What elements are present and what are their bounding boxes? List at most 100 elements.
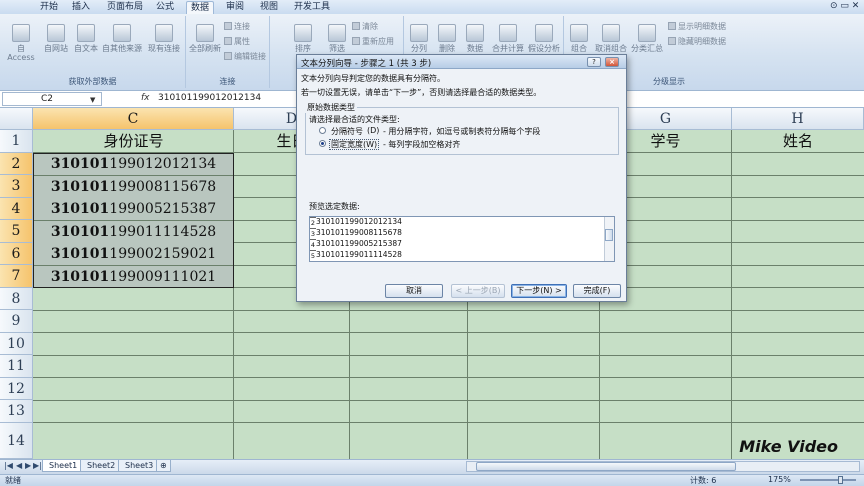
horizontal-scroll-thumb[interactable] [476,462,736,471]
reapply-button[interactable]: 重新应用 [352,36,394,47]
zoom-slider[interactable] [800,479,856,481]
row-header[interactable]: 14 [0,423,33,459]
fixed-width-description: - 每列字段加空格对齐 [383,140,461,149]
properties-label: 属性 [234,37,250,46]
from-other-sources-button[interactable]: 自其他来源 [102,24,142,53]
data-validation-button[interactable]: 数据 [462,24,488,53]
row-header[interactable]: 9 [0,310,33,333]
sheet-tab-3[interactable]: Sheet3 [118,460,161,472]
formula-input[interactable]: 310101199012012134 [158,93,261,103]
next-button[interactable]: 下一步(N) > [511,284,567,298]
tab-insert[interactable]: 插入 [68,1,94,14]
row-header[interactable]: 12 [0,378,33,400]
fixed-width-label-focus[interactable]: 固定宽度(W) [329,139,380,150]
clear-icon [352,22,360,30]
consolidate-button[interactable]: 合并计算 [490,24,526,53]
fixed-width-radio[interactable] [319,140,326,147]
gridline [33,332,864,333]
last-sheet-icon[interactable]: ▶| [33,461,42,470]
select-all-corner[interactable] [0,108,33,130]
hide-detail-button[interactable]: 隐藏明细数据 [668,36,726,47]
tab-data[interactable]: 数据 [186,1,215,14]
tab-formulas[interactable]: 公式 [152,1,178,14]
sheet-tab-2[interactable]: Sheet2 [80,460,123,472]
clear-label: 清除 [362,22,378,31]
ungroup-button[interactable]: 取消组合 [594,24,628,53]
first-sheet-icon[interactable]: |◀ [4,461,13,470]
consolidate-label: 合并计算 [492,44,524,53]
existing-connections-button[interactable]: 现有连接 [146,24,182,53]
insert-function-icon[interactable]: fx [141,93,150,103]
subtotal-button[interactable]: 分类汇总 [630,24,664,53]
row-header[interactable]: 1 [0,130,33,153]
connections-button[interactable]: 连接 [224,21,250,32]
zoom-slider-handle[interactable] [838,476,843,484]
gridline [33,400,864,401]
cell-c1[interactable]: 身份证号 [34,130,233,152]
row-header[interactable]: 13 [0,400,33,423]
row-header[interactable]: 7 [0,265,33,288]
sheet-tab-1[interactable]: Sheet1 [42,460,85,472]
fixed-width-label: 固定宽度 [331,140,363,149]
show-detail-button[interactable]: 显示明细数据 [668,21,726,32]
back-button[interactable]: < 上一步(B) [451,284,505,298]
insert-sheet-icon[interactable]: ⊕ [156,460,171,472]
preview-scroll-thumb[interactable] [605,229,613,241]
refresh-all-button[interactable]: 全部刷新 [188,24,222,53]
cancel-button[interactable]: 取消 [385,284,443,298]
zoom-level[interactable]: 175% [768,475,791,484]
tab-view[interactable]: 视图 [256,1,282,14]
subtotal-label: 分类汇总 [631,44,663,53]
next-sheet-icon[interactable]: ▶ [25,461,31,470]
delimited-radio[interactable] [319,127,326,134]
close-icon[interactable]: × [605,57,619,67]
data-preview[interactable]: 2 310101199012012134 3 31010119900811567… [309,216,615,262]
from-text-button[interactable]: 自文本 [72,24,100,53]
row-header[interactable]: 10 [0,333,33,355]
what-if-button[interactable]: 假设分析 [526,24,562,53]
edit-links-button[interactable]: 编辑链接 [224,51,266,62]
properties-button[interactable]: 属性 [224,36,250,47]
gridline [731,130,732,459]
selection-border [33,153,234,288]
row-header[interactable]: 3 [0,175,33,198]
dialog-titlebar[interactable]: 文本分列向导 - 步骤之 1 (共 3 步) ? × [297,55,626,69]
row-header[interactable]: 4 [0,198,33,220]
name-box[interactable]: C2 [2,92,102,106]
filter-button[interactable]: 筛选 [324,24,350,53]
ribbon-help-icon[interactable]: ⊙ ▭ ✕ [830,1,860,13]
row-header[interactable]: 6 [0,243,33,265]
finish-button[interactable]: 完成(F) [573,284,621,298]
sort-button[interactable]: 排序 [292,24,314,53]
row-header[interactable]: 11 [0,355,33,378]
tab-page-layout[interactable]: 页面布局 [103,1,147,14]
text-file-icon [77,24,95,42]
tab-developer[interactable]: 开发工具 [290,1,334,14]
tab-review[interactable]: 审阅 [222,1,248,14]
video-watermark: Mike Video [739,437,838,456]
remove-dup-label: 删除 [439,44,455,53]
column-header-c[interactable]: C [33,108,234,130]
clear-button[interactable]: 清除 [352,21,378,32]
from-web-button[interactable]: 自网站 [42,24,70,53]
remove-duplicates-button[interactable]: 删除 [434,24,460,53]
delimited-label[interactable]: 分隔符号 [331,126,363,137]
prev-sheet-icon[interactable]: ◀ [16,461,22,470]
help-icon[interactable]: ? [587,57,601,67]
row-header[interactable]: 8 [0,288,33,310]
text-to-columns-button[interactable]: 分列 [406,24,432,53]
column-header-h[interactable]: H [732,108,864,130]
cell-h1[interactable]: 姓名 [732,130,864,152]
show-detail-icon [668,22,676,30]
name-box-dropdown-icon[interactable]: ▼ [90,96,95,104]
dialog-title: 文本分列向导 - 步骤之 1 (共 3 步) [301,59,432,69]
row-header[interactable]: 5 [0,220,33,243]
status-bar [0,474,864,486]
tab-home[interactable]: 开始 [36,1,62,14]
preview-row: 310101199008115678 [316,228,402,237]
file-type-prompt: 请选择最合适的文件类型: [309,115,400,124]
row-header[interactable]: 2 [0,153,33,175]
group-button[interactable]: 组合 [566,24,592,53]
section-original-type: 原始数据类型 [305,102,357,113]
from-access-button[interactable]: 自 Access [4,24,38,62]
